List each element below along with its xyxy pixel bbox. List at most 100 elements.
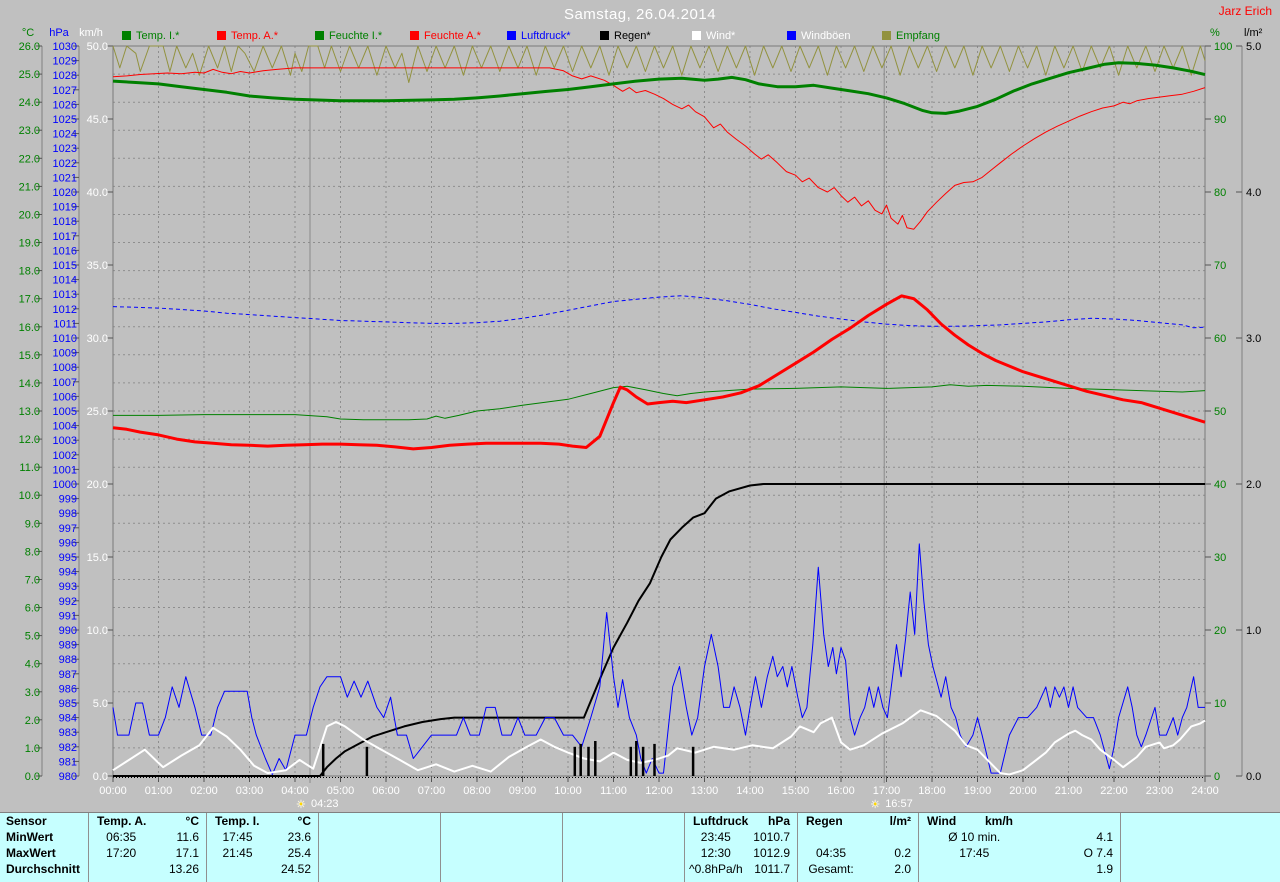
svg-text:03:00: 03:00 — [236, 785, 264, 797]
svg-text:00:00: 00:00 — [99, 785, 127, 797]
svg-text:986: 986 — [59, 683, 77, 695]
svg-text:980: 980 — [59, 771, 77, 783]
axis-lines — [41, 46, 1243, 776]
svg-text:4.0: 4.0 — [25, 659, 40, 671]
stats-section-luftdruck: Luftdruck hPa 23:45 1010.7 12:30 1012.9 ^0.8hP… — [684, 813, 797, 882]
svg-text:1024: 1024 — [53, 129, 77, 141]
weather-app-window: { "window": { "title": "Samstag, 26.04.2… — [0, 0, 1280, 882]
svg-text:1023: 1023 — [53, 143, 77, 155]
sunrise-marker: ☀ 04:23 — [296, 798, 339, 811]
svg-text:90: 90 — [1214, 114, 1226, 126]
svg-text:24:00: 24:00 — [1191, 785, 1219, 797]
stats-section-temp-i: Temp. I. °C 17:45 23.6 21:45 25.4 24.52 — [206, 813, 318, 882]
svg-text:17.0: 17.0 — [19, 294, 40, 306]
svg-text:19:00: 19:00 — [964, 785, 992, 797]
stats-col-title: Temp. I. — [215, 814, 260, 828]
stats-time-cell: 12:30 — [700, 846, 731, 860]
stats-value-cell: 4.1 — [1096, 830, 1113, 844]
stats-time-cell: 06:35 — [106, 830, 137, 844]
svg-text:1001: 1001 — [53, 464, 77, 476]
svg-text:6.0: 6.0 — [25, 603, 40, 615]
svg-text:1014: 1014 — [53, 275, 77, 287]
svg-text:01:00: 01:00 — [145, 785, 173, 797]
axis-kmh: 50.0 45.0 40.0 35.0 30.0 25.0 20.0 15.0 10.0 5.0 0… — [87, 41, 113, 783]
svg-text:11:00: 11:00 — [600, 785, 627, 797]
svg-text:7.0: 7.0 — [25, 575, 40, 587]
stats-row-label: MinWert — [6, 830, 54, 844]
svg-text:14.0: 14.0 — [19, 378, 40, 390]
svg-text:997: 997 — [59, 523, 77, 535]
stats-row-label: Sensor — [6, 814, 47, 828]
svg-text:0.0: 0.0 — [25, 771, 40, 783]
svg-text:09:00: 09:00 — [509, 785, 537, 797]
svg-text:20.0: 20.0 — [87, 479, 108, 491]
stats-value-cell: 25.4 — [287, 846, 311, 860]
stats-col-title: Regen — [806, 814, 843, 828]
svg-text:1009: 1009 — [53, 348, 77, 360]
svg-text:18.0: 18.0 — [19, 266, 40, 278]
svg-text:992: 992 — [59, 596, 77, 608]
svg-text:1018: 1018 — [53, 216, 77, 228]
stats-section-empty-4 — [562, 813, 684, 882]
stats-col-unit: °C — [185, 814, 199, 828]
svg-text:1025: 1025 — [53, 114, 77, 126]
stats-time-cell: 17:45 — [959, 846, 990, 860]
svg-text:100: 100 — [1214, 41, 1232, 53]
svg-text:982: 982 — [59, 742, 77, 754]
svg-text:45.0: 45.0 — [87, 114, 108, 126]
svg-text:20:00: 20:00 — [1009, 785, 1037, 797]
stats-value-cell: 23.6 — [287, 830, 311, 844]
svg-text:995: 995 — [59, 552, 77, 564]
svg-text:4.0: 4.0 — [1246, 187, 1261, 199]
stats-section-empty-2 — [318, 813, 440, 882]
stats-value-cell: 1011.7 — [754, 862, 790, 876]
svg-text:05:00: 05:00 — [327, 785, 355, 797]
svg-text:07:00: 07:00 — [418, 785, 446, 797]
svg-text:30.0: 30.0 — [87, 333, 108, 345]
svg-text:10.0: 10.0 — [19, 490, 40, 502]
svg-text:993: 993 — [59, 581, 77, 593]
svg-text:1000: 1000 — [53, 479, 77, 491]
svg-text:5.0: 5.0 — [93, 698, 108, 710]
stats-section-empty-3 — [440, 813, 562, 882]
stats-time-cell: Gesamt: — [808, 862, 854, 876]
stats-value-cell: 1012.9 — [753, 846, 790, 860]
svg-text:984: 984 — [59, 713, 77, 725]
svg-text:983: 983 — [59, 727, 77, 739]
sunset-marker: ☀ 16:57 — [870, 798, 913, 811]
stats-value-cell: 13.26 — [168, 862, 199, 876]
stats-col-unit: hPa — [767, 814, 790, 828]
svg-text:16:57: 16:57 — [885, 798, 913, 810]
series-windb-en — [112, 543, 1205, 775]
svg-text:988: 988 — [59, 654, 77, 666]
sun-icon: ☀ — [296, 799, 306, 811]
stats-col-unit: l/m² — [889, 814, 911, 828]
axis-time: 00:00 01:00 02:00 03:00 04:00 05:00 06:00 07:00… — [99, 776, 1219, 797]
svg-text:1005: 1005 — [53, 406, 77, 418]
svg-text:1030: 1030 — [53, 41, 77, 53]
stats-time-cell: Ø 10 min. — [948, 830, 1001, 844]
svg-text:04:23: 04:23 — [311, 798, 339, 810]
svg-text:15:00: 15:00 — [782, 785, 810, 797]
stats-section-temp-a: Temp. A. °C 06:35 11.6 17:20 17.1 13.26 — [88, 813, 206, 882]
svg-text:21:00: 21:00 — [1055, 785, 1083, 797]
svg-text:0.0: 0.0 — [93, 771, 108, 783]
svg-text:1003: 1003 — [53, 435, 77, 447]
stats-time-cell: 04:35 — [815, 846, 847, 860]
svg-text:10.0: 10.0 — [87, 625, 108, 637]
svg-text:2.0: 2.0 — [1246, 479, 1261, 491]
stats-time-cell: ^0.8hPa/h — [688, 862, 743, 876]
svg-text:04:00: 04:00 — [281, 785, 309, 797]
svg-text:35.0: 35.0 — [87, 260, 108, 272]
chart-area: 26.0 25.0 24.0 23.0 22.0 21.0 20.0 19.0 18.0 17.0… — [19, 41, 1262, 811]
svg-text:1007: 1007 — [53, 377, 77, 389]
svg-text:40: 40 — [1214, 479, 1226, 491]
svg-text:1012: 1012 — [53, 304, 77, 316]
svg-text:26.0: 26.0 — [19, 41, 40, 53]
svg-text:5.0: 5.0 — [1246, 41, 1261, 53]
svg-text:996: 996 — [59, 537, 77, 549]
svg-text:30: 30 — [1214, 552, 1226, 564]
svg-text:994: 994 — [59, 567, 77, 579]
svg-text:1029: 1029 — [53, 56, 77, 68]
stats-value-cell: 0.2 — [894, 846, 911, 860]
